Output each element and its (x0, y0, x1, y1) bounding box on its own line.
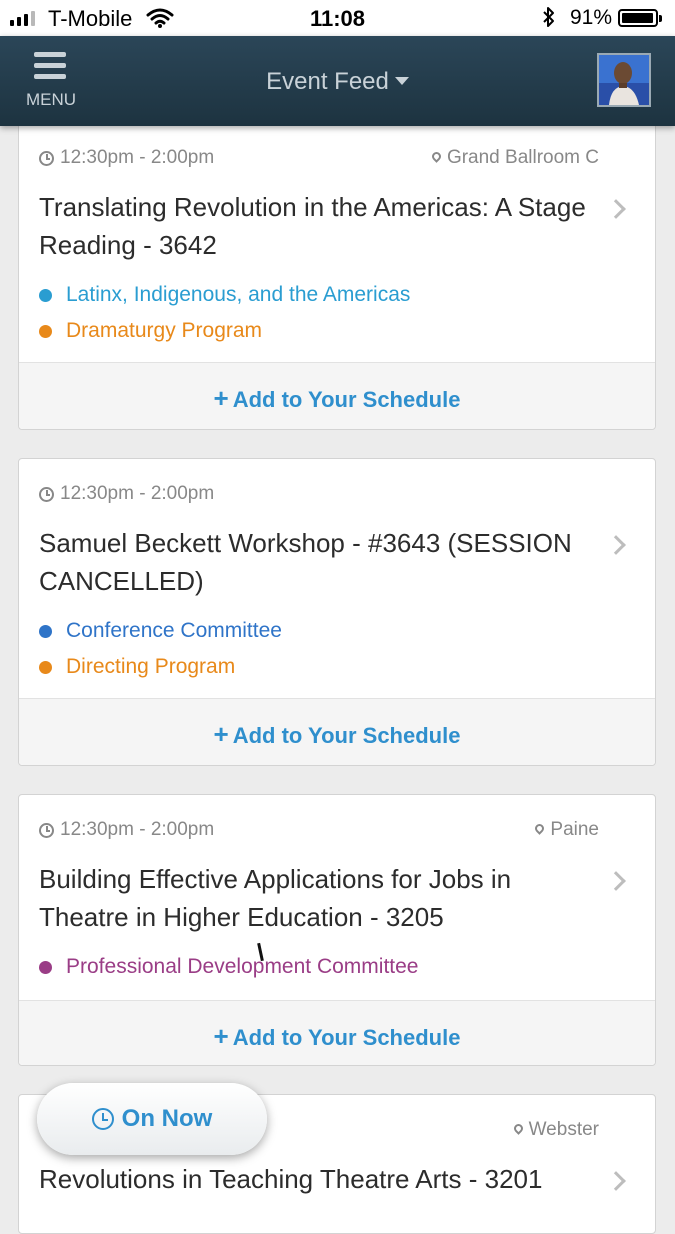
event-time: 12:30pm - 2:00pm (39, 483, 214, 505)
plus-icon: + (213, 719, 229, 749)
on-now-button[interactable]: On Now (37, 1083, 267, 1155)
battery-icon (618, 9, 662, 27)
event-location: Paine (533, 819, 599, 841)
card-footer: + Add to Your Schedule (19, 1001, 655, 1065)
map-pin-icon (511, 1121, 525, 1135)
event-card[interactable]: 12:30pm - 2:00pm Samuel Beckett Workshop… (18, 458, 656, 766)
clock-icon (39, 486, 54, 502)
event-card[interactable]: 12:30pm - 2:00pm Paine Building Effectiv… (18, 794, 656, 1066)
card-footer: + Add to Your Schedule (19, 699, 655, 765)
clock-icon (91, 1108, 114, 1130)
event-feed-dropdown[interactable]: Event Feed (0, 68, 675, 96)
event-title[interactable]: Translating Revolution in the Americas: … (39, 188, 599, 264)
card-footer: + Add to Your Schedule (19, 363, 655, 429)
event-tag: Dramaturgy Program (39, 319, 262, 343)
event-time: 12:30pm - 2:00pm (39, 147, 214, 169)
tag-dot (39, 324, 52, 338)
add-to-schedule-button[interactable]: + Add to Your Schedule (19, 1021, 655, 1052)
plus-icon: + (213, 383, 229, 413)
avatar[interactable] (597, 53, 651, 107)
chevron-right-icon[interactable] (606, 535, 626, 555)
clock-icon (39, 822, 54, 838)
tag-dot (39, 288, 52, 302)
event-location: Webster (511, 1119, 599, 1141)
nav-bar: MENU Event Feed (0, 36, 675, 126)
event-tag: Directing Program (39, 655, 235, 679)
map-pin-icon (533, 821, 547, 835)
bluetooth-icon (542, 6, 556, 34)
event-tag: Conference Committee (39, 619, 282, 643)
event-time: 12:30pm - 2:00pm (39, 819, 214, 841)
clock-icon (39, 150, 54, 166)
chevron-right-icon[interactable] (606, 871, 626, 891)
event-title[interactable]: Building Effective Applications for Jobs… (39, 860, 599, 936)
event-title[interactable]: Revolutions in Teaching Theatre Arts - 3… (39, 1160, 599, 1198)
chevron-right-icon[interactable] (606, 199, 626, 219)
chevron-right-icon[interactable] (606, 1171, 626, 1191)
nav-title: Event Feed (266, 68, 389, 95)
event-location: Grand Ballroom C (430, 147, 599, 169)
battery-percent: 91% (570, 6, 613, 29)
event-card[interactable]: 12:30pm - 2:00pm Grand Ballroom C Transl… (18, 110, 656, 430)
plus-icon: + (213, 1021, 229, 1051)
add-to-schedule-button[interactable]: + Add to Your Schedule (19, 719, 655, 750)
caret-down-icon (394, 76, 409, 85)
tag-dot (39, 960, 52, 974)
add-to-schedule-button[interactable]: + Add to Your Schedule (19, 383, 655, 414)
event-title[interactable]: Samuel Beckett Workshop - #3643 (SESSION… (39, 524, 599, 600)
event-tag: Latinx, Indigenous, and the Americas (39, 283, 410, 307)
tag-dot (39, 624, 52, 638)
tag-dot (39, 660, 52, 674)
event-tag: Professional Development Committee (39, 955, 419, 979)
status-bar: T-Mobile 11:08 91% (0, 0, 675, 36)
map-pin-icon (430, 149, 443, 163)
